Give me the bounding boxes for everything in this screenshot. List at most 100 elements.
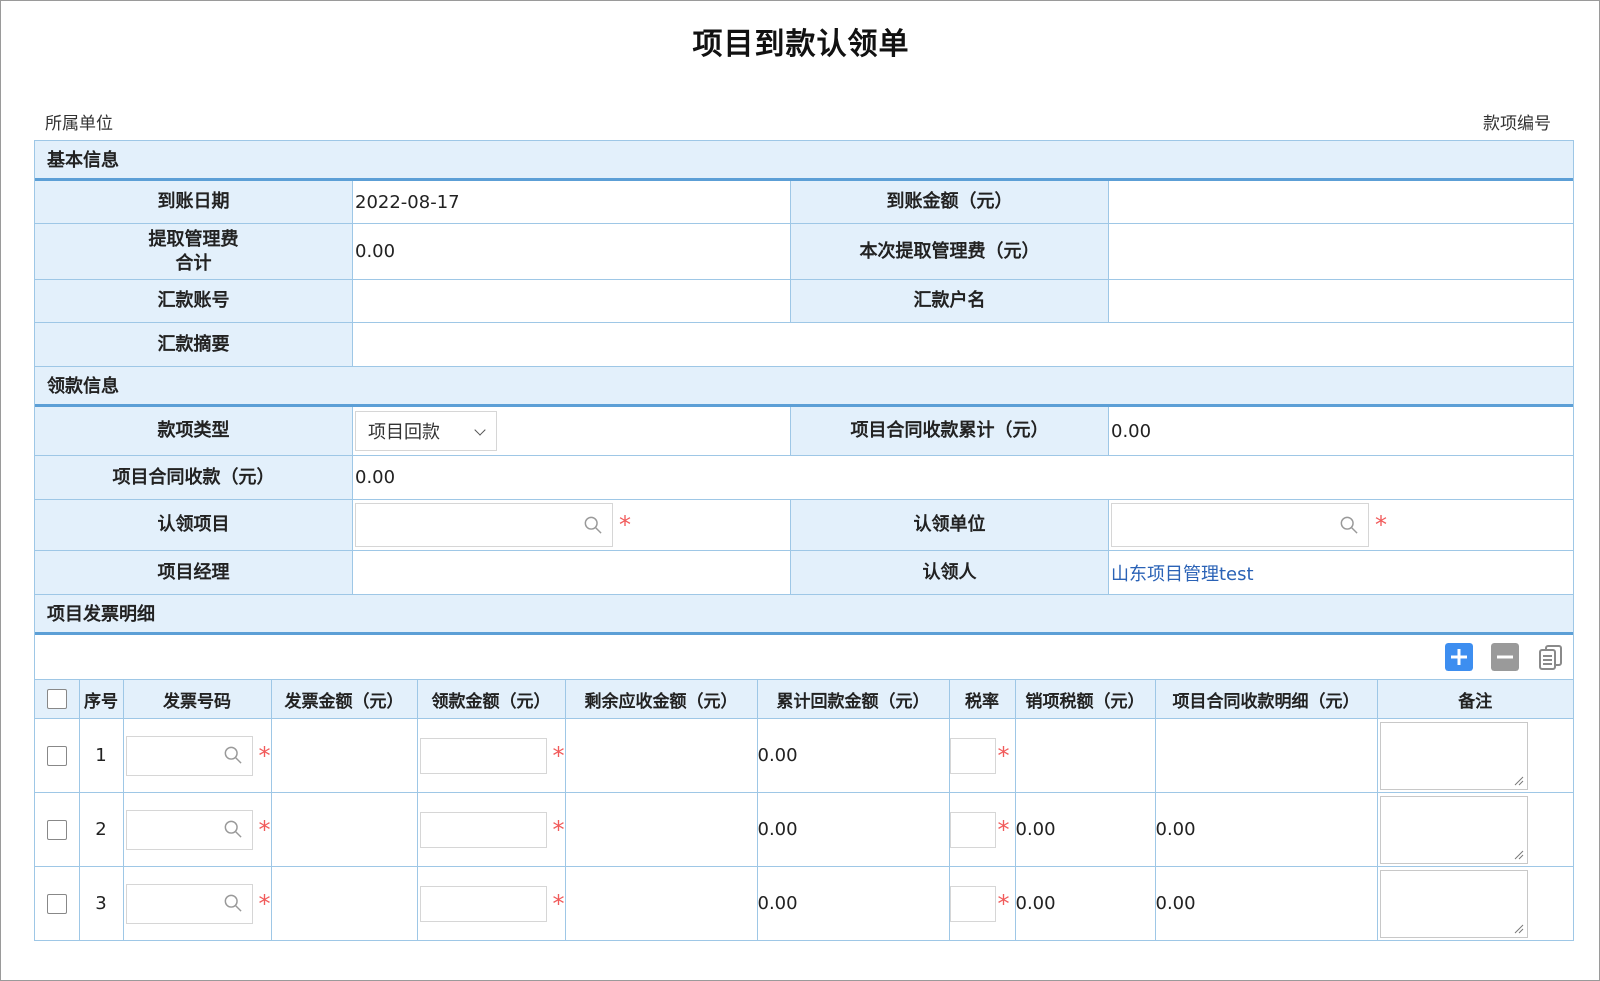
fund-type-cell: 项目回款 (353, 407, 791, 455)
row-contract-recv: 项目合同收款（元） 0.00 (35, 456, 1573, 500)
row-fund-type: 款项类型 项目回款 项目合同收款累计（元） 0.00 (35, 407, 1573, 456)
mgmt-fee-this-label: 本次提取管理费（元） (791, 224, 1109, 279)
row-checkbox[interactable] (46, 819, 67, 840)
cum-return-cell: 0.00 (757, 718, 950, 793)
claim-project-cell: * (353, 500, 791, 550)
row-number: 2 (79, 792, 124, 867)
claim-amount-input[interactable] (419, 737, 547, 774)
arrival-amount-value (1109, 181, 1573, 223)
mgmt-fee-total-label: 提取管理费 合计 (35, 224, 353, 279)
claim-unit-search[interactable] (1111, 503, 1369, 547)
page-title: 项目到款认领单 (692, 27, 910, 62)
search-icon[interactable] (1340, 516, 1358, 534)
required-asterisk: * (997, 741, 1010, 770)
contract-detail-cell: 0.00 (1155, 792, 1378, 867)
copy-icon[interactable] (1537, 643, 1565, 671)
search-icon[interactable] (224, 746, 242, 764)
row-checkbox[interactable] (46, 745, 67, 766)
section-invoice-details: 项目发票明细 (35, 594, 1573, 635)
claim-project-search[interactable] (355, 503, 613, 547)
section-basic-info: 基本信息 (35, 140, 1573, 181)
col-header: 领款金额（元） (417, 680, 566, 719)
select-all-checkbox[interactable] (46, 689, 67, 709)
remark-cell (1377, 867, 1573, 941)
table-row: 2 * * 0.00 * 0.00 0.00 (35, 792, 1573, 867)
fund-code-label: 款项编号 (1483, 114, 1551, 134)
output-tax-cell: 0.00 (1015, 792, 1156, 867)
invoice-table: 序号 发票号码 发票金额（元） 领款金额（元） 剩余应收金额（元） 累计回款金额… (35, 680, 1573, 940)
tax-rate-input[interactable] (949, 885, 996, 922)
required-asterisk: * (552, 741, 565, 770)
col-header: 剩余应收金额（元） (565, 680, 758, 719)
remaining-cell (565, 792, 758, 867)
remark-textarea[interactable] (1379, 721, 1528, 790)
invoice-number-search[interactable] (125, 735, 253, 776)
summary-label: 汇款摘要 (35, 323, 353, 366)
row-number: 1 (79, 718, 124, 793)
remaining-cell (565, 866, 758, 940)
resize-grip-icon[interactable] (1514, 924, 1524, 934)
output-tax-cell: 0.00 (1015, 866, 1156, 940)
claim-amount-cell: * (417, 792, 566, 867)
mgmt-fee-total-value: 0.00 (353, 224, 791, 279)
remaining-cell (565, 718, 758, 793)
summary-value (353, 323, 1573, 366)
claim-unit-label: 认领单位 (791, 500, 1109, 550)
cum-return-cell: 0.00 (757, 792, 950, 867)
required-asterisk: * (258, 889, 271, 918)
claim-amount-cell: * (417, 718, 566, 793)
mgmt-fee-total-label-line1: 提取管理费 (148, 228, 239, 250)
window-frame: 项目到款认领单 所属单位 款项编号 基本信息 到账日期 2022-08-17 到… (0, 0, 1600, 981)
invoice-number-cell: * (123, 866, 272, 940)
row-select-cell (35, 718, 80, 793)
required-asterisk: * (1375, 511, 1387, 539)
claim-amount-input[interactable] (419, 885, 547, 922)
section-claim-info: 领款信息 (35, 366, 1573, 407)
claimant-link[interactable]: 山东项目管理test (1111, 560, 1254, 586)
claimant-label: 认领人 (791, 551, 1109, 594)
claim-unit-cell: * (1109, 500, 1573, 550)
tax-rate-input[interactable] (949, 737, 996, 774)
contract-cum-value: 0.00 (1111, 420, 1152, 442)
col-header: 发票号码 (123, 680, 272, 719)
row-summary: 汇款摘要 (35, 323, 1573, 366)
fund-type-label: 款项类型 (35, 407, 353, 455)
resize-grip-icon[interactable] (1514, 850, 1524, 860)
row-project-unit: 认领项目 * 认领单位 * (35, 500, 1573, 551)
select-all-cell (35, 680, 80, 719)
remark-textarea[interactable] (1379, 869, 1528, 938)
resize-grip-icon[interactable] (1514, 776, 1524, 786)
col-header: 序号 (79, 680, 124, 719)
remark-textarea[interactable] (1379, 795, 1528, 864)
search-icon[interactable] (224, 894, 242, 912)
claim-amount-input[interactable] (419, 811, 547, 848)
search-icon[interactable] (224, 820, 242, 838)
account-name-value (1109, 280, 1573, 322)
tax-rate-cell: * (949, 718, 1016, 793)
invoice-header-row: 序号 发票号码 发票金额（元） 领款金额（元） 剩余应收金额（元） 累计回款金额… (35, 680, 1573, 719)
invoice-number-search[interactable] (125, 883, 253, 924)
invoice-number-search[interactable] (125, 809, 253, 850)
chevron-down-icon (474, 424, 486, 436)
fund-type-select[interactable]: 项目回款 (355, 411, 497, 451)
fund-type-selected: 项目回款 (368, 422, 440, 443)
arrival-amount-label: 到账金额（元） (791, 181, 1109, 223)
account-no-value (353, 280, 791, 322)
required-asterisk: * (552, 815, 565, 844)
manager-label: 项目经理 (35, 551, 353, 594)
invoice-number-cell: * (123, 792, 272, 867)
col-header: 发票金额（元） (271, 680, 418, 719)
claim-form: 基本信息 到账日期 2022-08-17 到账金额（元） 提取管理费 合计 0.… (34, 140, 1574, 941)
plus-icon[interactable] (1445, 643, 1473, 671)
remark-cell (1377, 792, 1573, 867)
minus-icon[interactable] (1491, 643, 1519, 671)
search-icon[interactable] (584, 516, 602, 534)
table-row: 3 * * 0.00 * 0.00 0.00 (35, 866, 1573, 941)
contract-recv-label: 项目合同收款（元） (35, 456, 353, 499)
tax-rate-input[interactable] (949, 811, 996, 848)
contract-detail-cell (1155, 718, 1378, 793)
col-header: 销项税额（元） (1015, 680, 1156, 719)
claim-amount-cell: * (417, 866, 566, 940)
invoice-amount-cell (271, 866, 418, 940)
row-checkbox[interactable] (46, 893, 67, 914)
